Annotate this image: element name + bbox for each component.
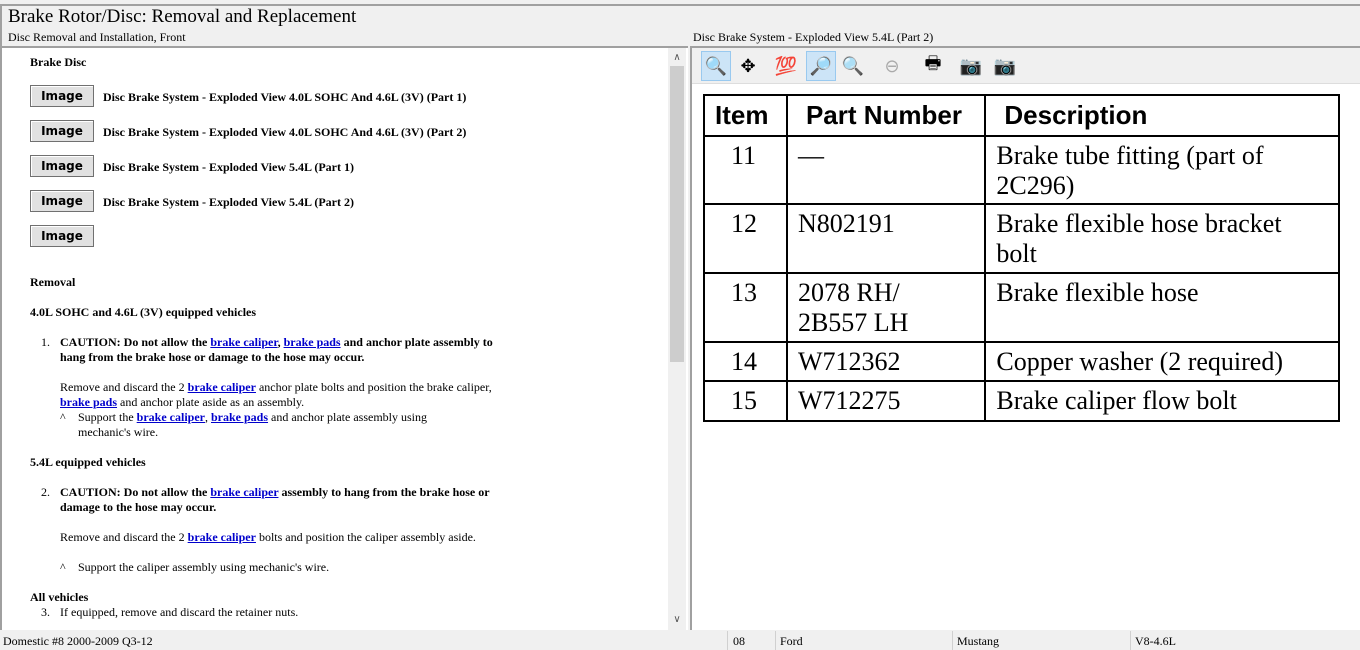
term-link[interactable]: brake caliper	[188, 380, 256, 394]
page-title: Brake Rotor/Disc: Removal and Replacemen…	[8, 6, 357, 27]
image-button[interactable]: Image	[30, 225, 94, 247]
table-cell: 2078 RH/ 2B557 LH	[785, 272, 987, 343]
step-number: 3.	[41, 605, 50, 619]
zoom-in-icon[interactable]: 🔍	[701, 51, 731, 81]
table-cell: 11	[703, 135, 788, 205]
table-cell: Brake caliper flow bolt	[984, 380, 1340, 422]
section-heading: Brake Disc	[30, 55, 87, 69]
image-button[interactable]: Image	[30, 190, 94, 212]
column-header: Item	[703, 94, 788, 137]
pan-icon[interactable]: ✥	[733, 51, 763, 81]
table-cell: Brake flexible hose	[984, 272, 1340, 343]
table-row: 14 W712362 Copper washer (2 required)	[703, 341, 1340, 382]
zoom-out-icon[interactable]: ⊖	[877, 51, 907, 81]
previous-image-icon[interactable]: 📷	[956, 51, 986, 81]
group-heading: 4.0L SOHC and 4.6L (3V) equipped vehicle…	[30, 305, 257, 319]
term-link[interactable]: brake caliper	[210, 485, 278, 499]
bullet-marker: ^	[60, 410, 66, 424]
status-model: Mustang	[957, 634, 999, 648]
removal-heading: Removal	[30, 275, 76, 289]
term-link[interactable]: brake pads	[211, 410, 268, 424]
table-cell: N802191	[785, 203, 987, 274]
table-row: 12 N802191 Brake flexible hose bracket bol…	[703, 203, 1340, 274]
text-segment: If equipped, remove and discard the reta…	[60, 605, 299, 619]
table-cell: 15	[703, 380, 788, 422]
text-segment: bolts and position the caliper assembly …	[255, 530, 476, 544]
zoom-width-icon[interactable]: 🔍	[838, 51, 868, 81]
term-link[interactable]: brake caliper	[188, 530, 256, 544]
text-segment: Remove and discard the 2	[60, 380, 188, 394]
status-bar: Domestic #8 2000-2009 Q3-12 08 Ford Must…	[0, 631, 1360, 650]
step-number: 2.	[41, 485, 50, 499]
print-icon[interactable]: 🖶	[918, 51, 948, 81]
text-segment: anchor plate bolts and position the brak…	[255, 380, 492, 394]
table-row: 11— Brake tube fitting (part of 2C296)	[703, 135, 1340, 205]
status-database: Domestic #8 2000-2009 Q3-12	[3, 634, 153, 648]
scrollbar-thumb[interactable]	[670, 66, 684, 362]
text-segment: CAUTION: Do not allow the	[60, 485, 211, 499]
term-link[interactable]: brake caliper	[210, 335, 277, 349]
step-text: Support the brake caliper, brake pads an…	[78, 410, 478, 440]
step-text: Support the caliper assembly using mecha…	[78, 560, 478, 575]
text-segment: and anchor plate aside as an assembly.	[117, 395, 305, 409]
table-row: 13 2078 RH/ 2B557 LH Brake flexible hose	[703, 272, 1340, 343]
step-text: CAUTION: Do not allow the brake caliper,…	[60, 335, 515, 365]
term-link[interactable]: brake pads	[60, 395, 117, 409]
image-link-label[interactable]: Disc Brake System - Exploded View 5.4L (…	[103, 195, 354, 210]
step-text: If equipped, remove and discard the reta…	[60, 605, 515, 620]
table-header-row: Item Part Number Description	[703, 94, 1340, 137]
step-text: CAUTION: Do not allow the brake caliper …	[60, 485, 515, 515]
table-cell: 12	[703, 203, 788, 274]
page-subtitle: Disc Removal and Installation, Front	[8, 30, 186, 44]
image-button[interactable]: Image	[30, 155, 94, 177]
parts-table: Item Part Number Description 11— Brake tube…	[703, 94, 1340, 422]
table-cell: —	[785, 135, 987, 205]
group-heading: All vehicles	[30, 590, 89, 604]
table-cell: Copper washer (2 required)	[984, 341, 1340, 382]
scroll-up-icon[interactable]: ∧	[668, 52, 686, 63]
status-make: Ford	[780, 634, 803, 648]
group-heading: 5.4L equipped vehicles	[30, 455, 146, 469]
zoom-fit-icon[interactable]: 🔎	[806, 51, 836, 81]
table-row: 15 W712275 Brake caliper flow bolt	[703, 380, 1340, 422]
table-cell: 13	[703, 272, 788, 343]
zoom-100-icon[interactable]: 💯	[771, 51, 801, 81]
step-text: Remove and discard the 2 brake caliper a…	[60, 380, 515, 410]
text-segment: Remove and discard the 2	[60, 530, 188, 544]
column-header: Description	[984, 94, 1340, 137]
term-link[interactable]: brake pads	[284, 335, 341, 349]
column-header: Part Number	[785, 94, 987, 137]
term-link[interactable]: brake caliper	[137, 410, 205, 424]
image-link-label[interactable]: Disc Brake System - Exploded View 4.0L S…	[103, 90, 466, 105]
image-title: Disc Brake System - Exploded View 5.4L (…	[693, 30, 934, 44]
status-engine: V8-4.6L	[1135, 634, 1176, 648]
table-cell: 14	[703, 341, 788, 382]
next-image-icon[interactable]: 📷	[990, 51, 1020, 81]
table-cell: Brake tube fitting (part of 2C296)	[984, 135, 1340, 205]
table-cell: W712275	[785, 380, 987, 422]
bullet-marker: ^	[60, 560, 66, 574]
text-segment: CAUTION: Do not allow the	[60, 335, 211, 349]
status-year: 08	[733, 634, 745, 648]
table-cell: Brake flexible hose bracket bolt	[984, 203, 1340, 274]
image-link-label[interactable]: Disc Brake System - Exploded View 5.4L (…	[103, 160, 354, 175]
scroll-down-icon[interactable]: ∨	[668, 614, 686, 625]
step-text: Remove and discard the 2 brake caliper b…	[60, 530, 515, 545]
image-button[interactable]: Image	[30, 85, 94, 107]
image-link-label[interactable]: Disc Brake System - Exploded View 4.0L S…	[103, 125, 466, 140]
text-segment: Support the	[78, 410, 137, 424]
table-cell: W712362	[785, 341, 987, 382]
step-number: 1.	[41, 335, 50, 349]
text-segment: Support the caliper assembly using mecha…	[78, 560, 330, 574]
image-button[interactable]: Image	[30, 120, 94, 142]
